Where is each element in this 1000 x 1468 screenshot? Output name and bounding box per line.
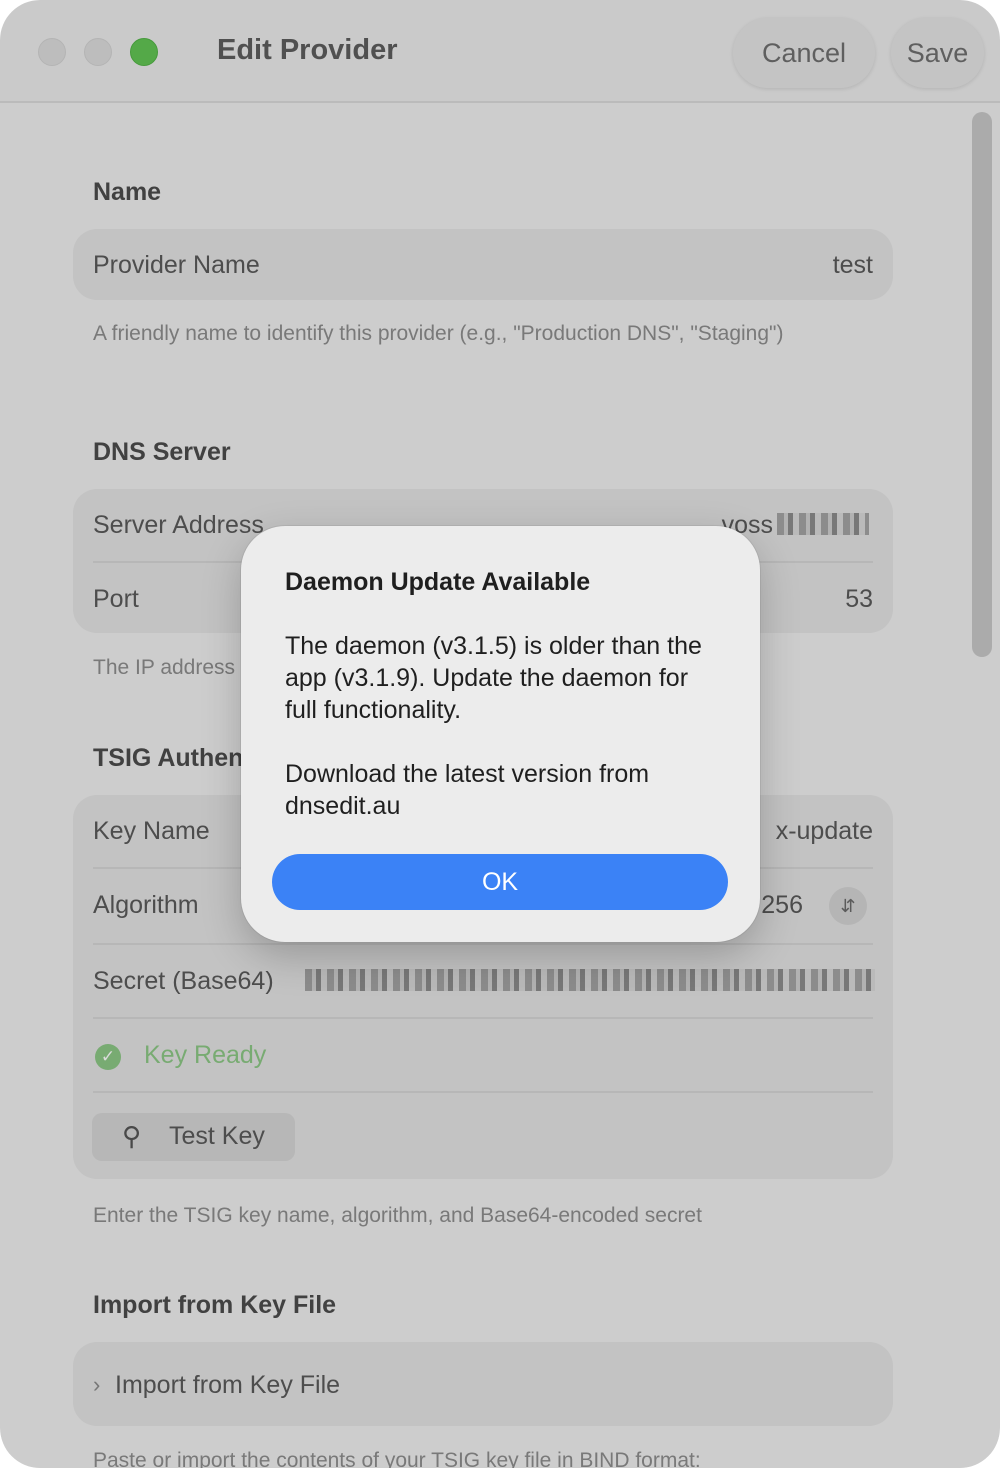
edit-provider-window: Edit Provider Cancel Save Name Provider … [0,0,1000,1468]
alert-download-message: Download the latest version from dnsedit… [285,760,650,820]
alert-title: Daemon Update Available [285,568,591,596]
daemon-update-alert: Daemon Update Available The daemon (v3.1… [241,526,760,942]
ok-button[interactable]: OK [272,854,728,910]
alert-message: The daemon (v3.1.5) is older than the ap… [285,632,702,724]
